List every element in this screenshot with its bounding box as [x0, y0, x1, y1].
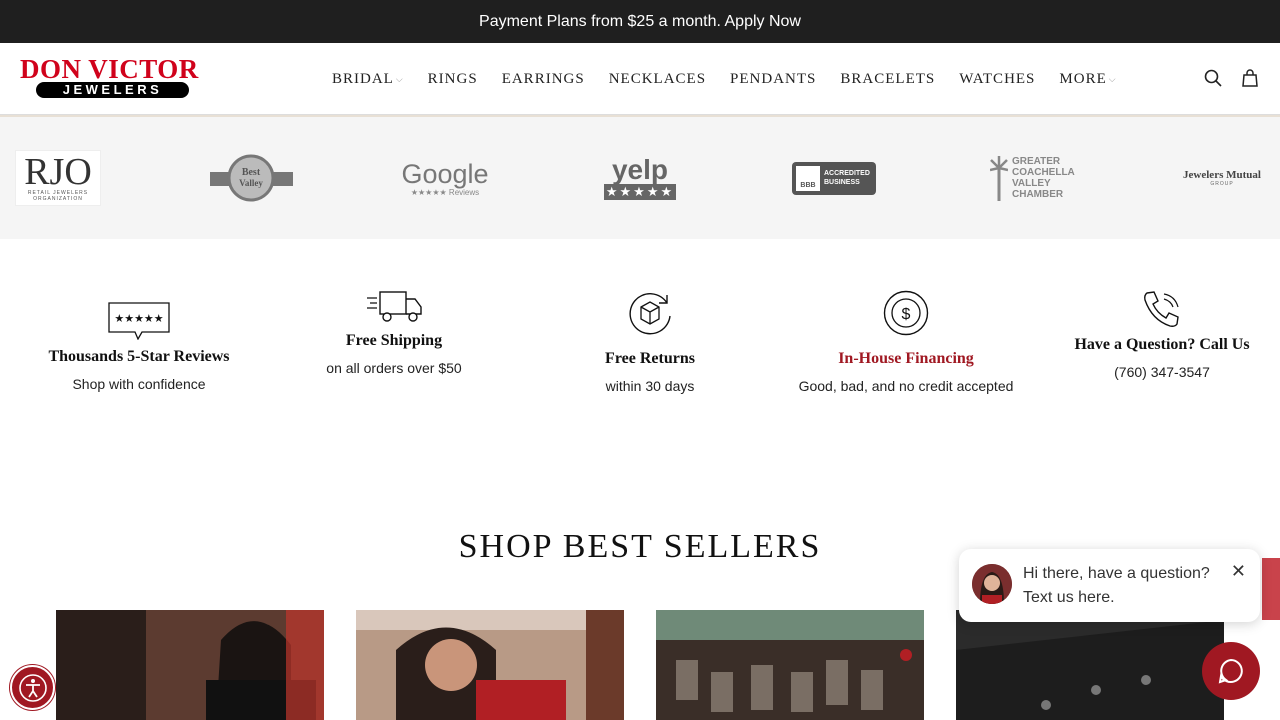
product-image[interactable] — [356, 610, 624, 720]
nav-label[interactable]: BRACELETS — [840, 71, 935, 88]
badge-bbb: BBB ACCREDITED BUSINESS — [792, 150, 876, 206]
phone-number-link[interactable]: (760) 347-3547 — [1037, 364, 1280, 380]
yelp-logo-text: yelp — [611, 154, 669, 185]
header-actions — [1204, 69, 1258, 87]
chamber-logo-text: GREATER COACHELLA VALLEY CHAMBER — [1012, 156, 1075, 200]
product-image[interactable] — [56, 610, 324, 720]
nav-label[interactable]: PENDANTS — [730, 71, 816, 88]
trust-badges-strip: RJO RETAIL JEWELERS ORGANIZATION Best Va… — [0, 115, 1280, 239]
chat-message[interactable]: Hi there, have a question? Text us here. — [1023, 562, 1210, 610]
product-card-4[interactable] — [956, 610, 1224, 720]
features-row: ★★★★★ Thousands 5-Star Reviews Shop with… — [0, 239, 1280, 539]
main-nav: BRIDAL ⌵ RINGS EARRINGS NECKLACES PENDANT… — [332, 43, 1141, 115]
google-logo-text: Google — [401, 158, 489, 189]
badge-coachella-chamber: GREATER COACHELLA VALLEY CHAMBER — [988, 150, 1075, 206]
announcement-bar[interactable]: Payment Plans from $25 a month. Apply No… — [0, 0, 1280, 43]
nav-label[interactable]: RINGS — [428, 71, 478, 88]
badge-best-of-valley: Best Valley — [210, 150, 293, 206]
star-review-icon: ★★★★★ — [14, 290, 264, 340]
chat-agent-avatar — [972, 564, 1012, 604]
side-tab-button[interactable] — [1262, 558, 1280, 620]
nav-item-bridal[interactable]: BRIDAL ⌵ — [332, 71, 404, 88]
feature-subtitle: on all orders over $50 — [326, 360, 462, 376]
feature-title: Free Returns — [605, 350, 695, 367]
chat-message-line1: Hi there, have a question? — [1023, 565, 1210, 582]
svg-text:Best: Best — [242, 167, 261, 178]
logo-subtitle[interactable]: JEWELERS — [36, 82, 189, 98]
feature-returns: Free Returns within 30 days — [525, 290, 775, 394]
chat-launcher-button[interactable] — [1202, 642, 1260, 700]
truck-icon — [269, 290, 519, 324]
nav-item-necklaces[interactable]: NECKLACES — [609, 71, 706, 88]
accessibility-icon — [18, 673, 47, 702]
nav-item-pendants[interactable]: PENDANTS — [730, 71, 816, 88]
chevron-down-icon: ⌵ — [395, 73, 404, 84]
bbb-logo-text: ACCREDITED BUSINESS — [824, 170, 870, 186]
nav-label[interactable]: NECKLACES — [609, 71, 706, 88]
svg-text:★★★★★: ★★★★★ — [114, 313, 163, 325]
badge-yelp: yelp ★★★★★ — [598, 150, 682, 206]
phone-icon — [1037, 290, 1280, 328]
svg-text:Valley: Valley — [239, 178, 263, 188]
nav-label[interactable]: WATCHES — [959, 71, 1035, 88]
chat-bubble-icon — [1218, 658, 1243, 684]
feature-financing: $ In-House Financing Good, bad, and no c… — [781, 290, 1031, 394]
nav-item-bracelets[interactable]: BRACELETS — [840, 71, 935, 88]
google-rating-text: ★★★★★ Reviews — [410, 187, 480, 197]
nav-item-rings[interactable]: RINGS — [428, 71, 478, 88]
feature-title[interactable]: In-House Financing — [781, 350, 1031, 368]
shopping-bag-icon[interactable] — [1242, 69, 1258, 87]
product-image[interactable] — [656, 610, 924, 720]
chat-message-line2: Text us here. — [1023, 589, 1115, 606]
chevron-down-icon: ⌵ — [1108, 73, 1117, 84]
jewelers-mutual-logo-text: Jewelers Mutual — [1183, 169, 1261, 181]
feature-subtitle: within 30 days — [605, 378, 695, 394]
nav-label[interactable]: MORE — [1059, 71, 1106, 88]
product-card-3[interactable] — [656, 610, 924, 720]
badge-jewelers-mutual: Jewelers Mutual GROUP — [1178, 150, 1266, 206]
badge-rjo: RJO RETAIL JEWELERS ORGANIZATION — [15, 150, 101, 206]
returns-box-icon — [525, 290, 775, 336]
palm-tree-icon — [990, 156, 1008, 201]
feature-subtitle: Shop with confidence — [72, 376, 206, 392]
feature-shipping: Free Shipping on all orders over $50 — [269, 290, 519, 376]
logo[interactable]: DON VICTOR JEWELERS — [20, 56, 206, 98]
feature-title: Thousands 5-Star Reviews — [48, 348, 230, 365]
nav-item-earrings[interactable]: EARRINGS — [502, 71, 585, 88]
nav-label[interactable]: EARRINGS — [502, 71, 585, 88]
announcement-text[interactable]: Payment Plans from $25 a month. Apply No… — [479, 13, 801, 31]
rjo-logo-text: RJO — [24, 151, 92, 193]
rjo-logo-subtext: RETAIL JEWELERS ORGANIZATION — [27, 190, 89, 202]
search-icon[interactable] — [1204, 69, 1222, 87]
product-card-2[interactable] — [356, 610, 624, 720]
feature-subtitle: Good, bad, and no credit accepted — [798, 378, 1014, 394]
bbb-logo-mark: BBB — [796, 165, 820, 191]
hero-image-edge — [0, 115, 1280, 117]
badge-google: Google ★★★★★ Reviews — [400, 150, 490, 206]
feature-call: Have a Question? Call Us (760) 347-3547 — [1037, 290, 1280, 380]
jewelers-mutual-subtext: GROUP — [1210, 181, 1234, 187]
best-of-valley-logo: Best Valley — [210, 154, 293, 202]
product-card-1[interactable] — [56, 610, 324, 720]
svg-text:$: $ — [902, 306, 911, 323]
feature-title: Have a Question? Call Us — [1074, 336, 1250, 353]
feature-title: Free Shipping — [345, 332, 443, 349]
logo-wordmark[interactable]: DON VICTOR — [20, 56, 206, 83]
yelp-stars: ★★★★★ — [603, 184, 677, 200]
nav-label[interactable]: BRIDAL — [332, 71, 394, 88]
nav-item-more[interactable]: MORE ⌵ — [1059, 71, 1116, 88]
accessibility-button[interactable] — [10, 665, 55, 710]
chat-popup[interactable]: Hi there, have a question? Text us here.… — [959, 549, 1260, 622]
site-header: DON VICTOR JEWELERS BRIDAL ⌵ RINGS EARRIN… — [0, 43, 1280, 115]
dollar-coin-icon: $ — [781, 290, 1031, 336]
nav-item-watches[interactable]: WATCHES — [959, 71, 1035, 88]
feature-reviews: ★★★★★ Thousands 5-Star Reviews Shop with… — [14, 290, 264, 392]
close-icon[interactable]: ✕ — [1231, 561, 1246, 582]
product-image[interactable] — [956, 610, 1224, 720]
